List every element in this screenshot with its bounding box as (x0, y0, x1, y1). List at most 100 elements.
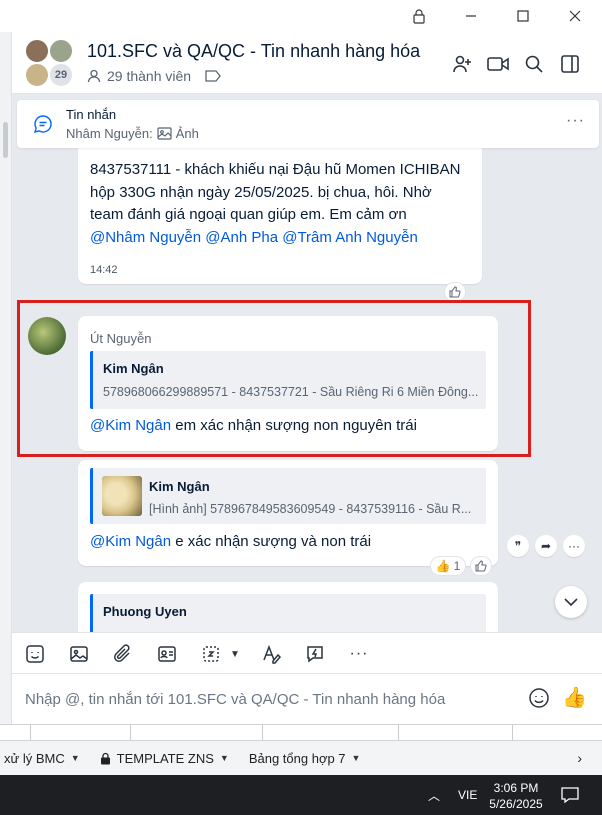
thumbs-up-icon (475, 560, 487, 572)
conversation-title[interactable]: 101.SFC và QA/QC - Tin nhanh hàng hóa (87, 41, 420, 62)
taskbar: ︿ VIE 3:06 PM 5/26/2025 (0, 775, 602, 815)
left-scroll-strip (0, 32, 12, 732)
message-time: 14:42 (90, 264, 118, 276)
sheet-tab[interactable]: Bảng tổng hợp 7 ▼ (249, 751, 361, 766)
sheet-tab-bar: xử lý BMC ▼ TEMPLATE ZNS ▼ Bảng tổng hợp… (0, 740, 602, 775)
message-bubble[interactable]: 8437537111 - khách khiếu nại Đậu hũ Mome… (78, 132, 482, 284)
message-text: @Kim Ngân e xác nhận sượng và non trái (90, 531, 371, 554)
sheet-tab-label: xử lý BMC (4, 750, 65, 766)
reaction-count-label: 1 (453, 559, 461, 573)
tag-icon[interactable] (205, 70, 221, 82)
thumbs-up-icon: 👍 (435, 559, 451, 573)
pinned-subtitle: Nhâm Nguyễn: Ảnh (66, 126, 199, 141)
quote-reply-icon[interactable]: ❞ (507, 535, 529, 557)
tray-chevron-icon[interactable]: ︿ (428, 787, 440, 804)
message-bubble[interactable]: Phuong Uyen (78, 582, 498, 632)
caret-down-icon[interactable]: ▼ (220, 753, 229, 763)
quote-author: Phuong Uyen (103, 604, 187, 619)
message-list[interactable]: Tin nhắn Nhâm Nguyễn: Ảnh ··· 8437537111… (12, 94, 602, 632)
forward-icon[interactable]: ➦ (535, 535, 557, 557)
more-options-icon[interactable]: ··· (566, 112, 585, 130)
contact-card-icon[interactable] (155, 642, 179, 666)
reaction-count[interactable]: 👍 1 (430, 556, 466, 576)
message-body: e xác nhận sượng và non trái (171, 533, 372, 550)
group-avatar[interactable]: 29 (24, 38, 76, 90)
message-input[interactable]: Nhập @, tin nhắn tới 101.SFC và QA/QC - … (25, 691, 445, 708)
sticker-icon[interactable] (23, 642, 47, 666)
add-member-icon[interactable] (448, 50, 476, 78)
clock-date: 5/26/2025 (489, 797, 543, 811)
member-info[interactable]: 29 thành viên (87, 68, 221, 84)
text-format-icon[interactable] (259, 642, 283, 666)
maximize-button[interactable] (500, 0, 546, 32)
quoted-message[interactable]: Kim Ngân [Hình ảnh] 578967849583609549 -… (90, 468, 486, 524)
more-actions-icon[interactable]: ··· (563, 535, 585, 557)
quote-author: Kim Ngân (149, 479, 210, 494)
grid-line (30, 725, 31, 741)
user-icon (87, 69, 101, 83)
message-line: 8437537111 - khách khiếu nại Đậu hũ Mome… (90, 161, 461, 178)
chevron-right-icon[interactable]: › (577, 750, 582, 766)
message-icon (33, 115, 52, 134)
like-reaction-button[interactable] (444, 282, 466, 302)
quote-text: [Hình ảnh] 578967849583609549 - 84375391… (149, 502, 472, 516)
message-text: @Kim Ngân em xác nhận sượng non nguyên t… (90, 415, 417, 438)
title-bar (0, 0, 602, 32)
caret-down-icon[interactable]: ▼ (71, 753, 80, 763)
quick-message-icon[interactable] (303, 642, 327, 666)
mention-link[interactable]: @Kim Ngân (90, 533, 171, 550)
pinned-content: Ảnh (175, 126, 199, 141)
sender-avatar[interactable] (28, 317, 66, 355)
grid-line (398, 725, 399, 741)
message-body: em xác nhận sượng non nguyên trái (171, 417, 417, 434)
members-label: 29 thành viên (107, 68, 192, 84)
emoji-icon[interactable] (528, 687, 550, 709)
avatar (24, 38, 50, 64)
minimize-button[interactable] (448, 0, 494, 32)
pinned-message-bar[interactable]: Tin nhắn Nhâm Nguyễn: Ảnh ··· (17, 100, 599, 148)
search-icon[interactable] (520, 50, 548, 78)
quote-thumbnail (102, 476, 142, 516)
screenshot-dropdown-icon[interactable]: ▼ (223, 642, 247, 666)
language-indicator[interactable]: VIE (458, 788, 477, 802)
sheet-tab-label: TEMPLATE ZNS (116, 750, 214, 766)
lock-icon (100, 752, 110, 764)
like-reaction-button[interactable] (470, 556, 492, 576)
screenshot-icon[interactable] (199, 642, 223, 666)
sheet-tab[interactable]: xử lý BMC ▼ (4, 751, 80, 766)
video-call-icon[interactable] (484, 50, 512, 78)
quick-like-icon[interactable]: 👍 (562, 685, 587, 710)
scroll-to-bottom-button[interactable] (555, 586, 587, 618)
message-bubble[interactable]: Út Nguyễn Kim Ngân 578968066299889571 - … (78, 316, 498, 451)
sheet-tab[interactable]: TEMPLATE ZNS ▼ (100, 751, 229, 766)
quote-author: Kim Ngân (103, 361, 164, 376)
scrollbar-thumb[interactable] (3, 122, 8, 158)
quoted-message[interactable]: Kim Ngân 578968066299889571 - 8437537721… (90, 351, 486, 409)
message-bubble[interactable]: Kim Ngân [Hình ảnh] 578967849583609549 -… (78, 460, 498, 566)
sidebar-toggle-icon[interactable] (556, 50, 584, 78)
spreadsheet-grid (0, 724, 602, 741)
quote-text: 578968066299889571 - 8437537721 - Sầu Ri… (103, 385, 479, 399)
close-button[interactable] (552, 0, 598, 32)
clock[interactable]: 3:06 PM 5/26/2025 (486, 780, 546, 812)
grid-line (512, 725, 513, 741)
message-line: team đánh giá ngoại quan giúp em. Em cảm… (90, 206, 407, 223)
notification-icon[interactable] (560, 785, 580, 805)
chat-window: 29 101.SFC và QA/QC - Tin nhanh hàng hóa… (0, 0, 602, 740)
sheet-tab-label: Bảng tổng hợp 7 (248, 750, 346, 766)
mention-link[interactable]: @Nhâm Nguyễn @Anh Pha @Trâm Anh Nguyễn (90, 227, 474, 250)
image-icon[interactable] (67, 642, 91, 666)
sender-name[interactable]: Út Nguyễn (90, 331, 151, 346)
message-composer[interactable]: Nhập @, tin nhắn tới 101.SFC và QA/QC - … (12, 674, 602, 724)
caret-down-icon[interactable]: ▼ (352, 753, 361, 763)
composer-toolbar: ▼ ··· (12, 632, 602, 674)
clock-time: 3:06 PM (493, 781, 539, 795)
thumbs-up-icon (449, 286, 461, 298)
lock-icon[interactable] (396, 0, 442, 32)
mention-link[interactable]: @Kim Ngân (90, 417, 171, 434)
grid-line (130, 725, 131, 741)
quoted-message[interactable]: Phuong Uyen (90, 594, 486, 632)
grid-line (262, 725, 263, 741)
attachment-icon[interactable] (111, 642, 135, 666)
more-tools-icon[interactable]: ··· (347, 642, 371, 666)
